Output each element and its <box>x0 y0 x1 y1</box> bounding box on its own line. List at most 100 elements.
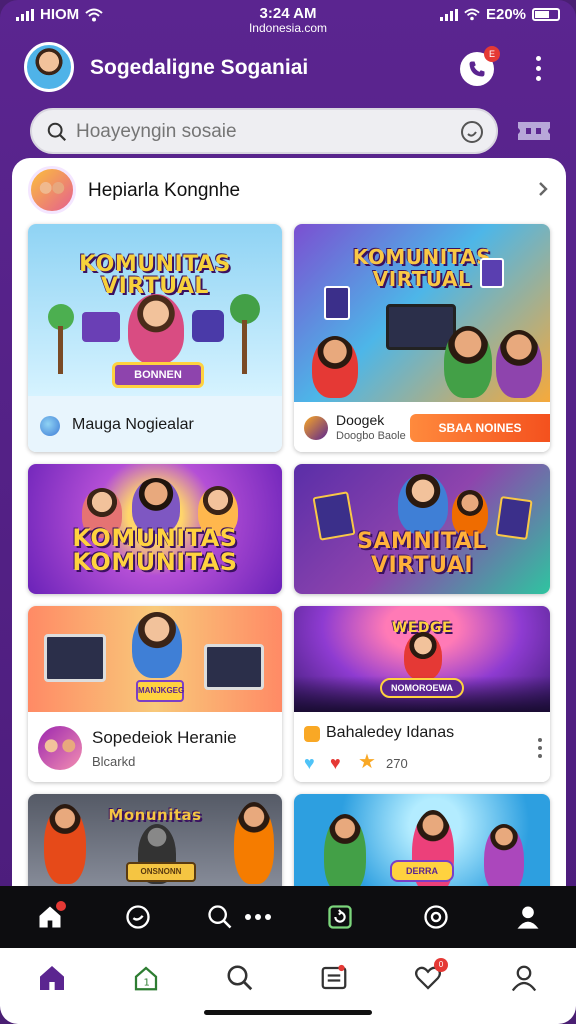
person-illustration <box>324 814 366 888</box>
person-illustration <box>404 632 442 680</box>
call-button[interactable]: E <box>460 46 500 86</box>
search-input[interactable] <box>76 118 446 146</box>
card-footer-text: Doogek <box>336 412 385 428</box>
tab-home[interactable] <box>32 958 72 998</box>
card-badge: ONSNONN <box>126 862 196 882</box>
secondary-nav-bar <box>0 886 576 948</box>
ticket-icon[interactable] <box>516 120 552 142</box>
battery-percent: E20% <box>485 6 526 23</box>
nav-search[interactable] <box>200 897 240 937</box>
card-footer: Sopedeiok Heranie Blcarkd <box>28 712 282 782</box>
app-header: Sogedaligne Soganiai E <box>0 42 576 98</box>
card-footer-text: Sopedeiok Heranie <box>92 728 237 747</box>
join-button[interactable]: BONNEN <box>112 362 204 388</box>
call-badge: E <box>484 46 500 62</box>
card-artwork: KOMUNITAS VIRTUAL BONNEN <box>28 224 282 396</box>
search-icon <box>208 905 232 929</box>
nav-home[interactable] <box>30 897 70 937</box>
user-avatar[interactable] <box>24 42 74 92</box>
status-url: Indonesia.com <box>248 21 328 35</box>
status-bar: HIOM 3:24 AM Indonesia.com E20% <box>0 0 576 35</box>
tab-profile[interactable] <box>504 958 544 998</box>
card-footer-text: Mauga Nogiealar <box>72 416 194 433</box>
card-artwork: KOMUNITAS KOMUNITAS <box>28 464 282 594</box>
person-illustration <box>128 294 184 364</box>
shield-icon: 1 <box>134 966 158 991</box>
star-icon[interactable]: ★ <box>358 752 376 772</box>
person-illustration <box>444 326 492 398</box>
community-card[interactable]: MANJKGEG Sopedeiok Heranie Blcarkd <box>28 606 282 782</box>
more-vertical-icon[interactable] <box>538 738 544 762</box>
person-illustration <box>44 804 86 884</box>
tab-news[interactable] <box>314 958 354 998</box>
community-card[interactable]: KOMUNITAS KOMUNITAS <box>28 464 282 594</box>
search-icon <box>47 122 67 142</box>
home-indicator[interactable] <box>204 1010 372 1015</box>
notification-dot <box>56 901 66 911</box>
search-icon <box>227 965 253 991</box>
card-artwork: DERRA <box>294 794 550 888</box>
person-illustration <box>234 802 274 884</box>
card-footer: Bahaledey Idanas ♥ ♥ ★ 270 <box>294 712 550 782</box>
battery-icon <box>532 8 560 21</box>
community-card[interactable]: DERRA <box>294 794 550 888</box>
search-bar[interactable] <box>30 108 498 154</box>
card-artwork: WEDGE NOMOROEWA <box>294 606 550 712</box>
tab-shield[interactable]: 1 <box>126 958 166 998</box>
nav-chat[interactable] <box>118 897 158 937</box>
card-footer-subtext: Doogbo Baole <box>336 430 406 442</box>
news-icon <box>321 964 347 990</box>
settings-icon <box>424 905 448 929</box>
community-card[interactable]: SAMNITAL VIRTUAI <box>294 464 550 594</box>
section-header[interactable]: Hepiarla Kongnhe <box>28 166 550 214</box>
card-footer: Mauga Nogiealar <box>28 396 282 452</box>
card-footer-subtext: Blcarkd <box>92 754 136 769</box>
chat-icon <box>126 905 150 929</box>
more-menu-button[interactable] <box>530 56 546 86</box>
tab-favorites[interactable]: 0 <box>408 958 448 998</box>
status-time: 3:24 AM <box>259 5 317 22</box>
nav-refresh[interactable] <box>320 897 360 937</box>
nav-more[interactable] <box>238 897 278 937</box>
user-avatar[interactable] <box>38 726 82 770</box>
community-card[interactable]: WEDGE NOMOROEWA Bahaledey Idanas ♥ ♥ ★ 2… <box>294 606 550 782</box>
join-button[interactable]: SBAA NOINES <box>410 414 550 442</box>
nav-profile[interactable] <box>508 897 548 937</box>
profile-icon <box>511 965 537 992</box>
globe-icon <box>40 416 60 436</box>
community-card[interactable]: KOMUNITAS VIRTUAL BONNEN Mauga Nogiealar <box>28 224 282 452</box>
app-logo-icon <box>304 416 328 440</box>
person-illustration <box>496 330 542 398</box>
profile-icon <box>517 906 539 929</box>
phone-screen: HIOM 3:24 AM Indonesia.com E20% Sogedali… <box>0 0 576 1024</box>
reaction-count: 270 <box>386 756 408 771</box>
svg-text:1: 1 <box>144 978 150 989</box>
chevron-right-icon[interactable] <box>536 180 550 198</box>
nav-settings[interactable] <box>416 897 456 937</box>
favorites-badge: 0 <box>434 958 448 972</box>
person-illustration <box>132 612 182 678</box>
card-art-title: SAMNITAL VIRTUAI <box>357 529 487 578</box>
tab-search[interactable] <box>220 958 260 998</box>
card-artwork: KOMUNITAS VIRTUAL <box>294 224 550 402</box>
more-dots-icon <box>245 914 271 920</box>
emoji-icon[interactable] <box>460 120 484 144</box>
refresh-icon <box>328 905 352 929</box>
wifi-icon <box>464 8 480 21</box>
heart-icon[interactable]: ♥ <box>330 754 341 772</box>
heart-icon[interactable]: ♥ <box>304 754 315 772</box>
community-card[interactable]: Monunitas ONSNONN <box>28 794 282 888</box>
person-illustration <box>484 824 524 888</box>
section-title: Hepiarla Kongnhe <box>88 180 241 201</box>
community-card[interactable]: KOMUNITAS VIRTUAL Doogek Doogbo Baole SB… <box>294 224 550 452</box>
card-art-title: KOMUNITAS VIRTUAL <box>79 252 231 299</box>
phone-icon <box>469 61 485 77</box>
card-artwork: MANJKGEG <box>28 606 282 712</box>
card-badge: MANJKGEG <box>136 680 184 702</box>
home-icon <box>40 966 64 990</box>
content-panel: Hepiarla Kongnhe KOMUNITAS VIRTUAL BONNE… <box>12 158 566 888</box>
app-title: Sogedaligne Soganiai <box>90 56 309 79</box>
card-footer-text: Bahaledey Idanas <box>326 724 455 741</box>
person-illustration <box>398 474 448 534</box>
card-artwork: SAMNITAL VIRTUAI <box>294 464 550 594</box>
